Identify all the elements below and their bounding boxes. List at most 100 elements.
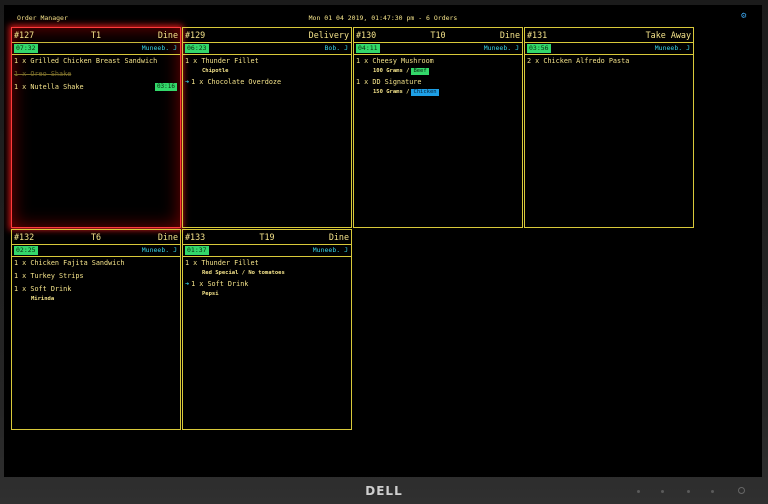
- list-item[interactable]: ➜ 1 x Soft Drink Pepsi: [185, 280, 349, 298]
- order-item[interactable]: 1 x Nutella Shake 03:16: [14, 83, 178, 92]
- order-item[interactable]: 1 x Cheesy Mushroom: [356, 57, 520, 66]
- list-item[interactable]: 1 x Turkey Strips: [14, 272, 178, 281]
- list-item[interactable]: ➜ 1 x Chocolate Overdoze: [185, 78, 349, 87]
- list-item[interactable]: 1 x Chicken Fajita Sandwich: [14, 259, 178, 268]
- order-item[interactable]: ➜ 1 x Soft Drink: [185, 280, 349, 289]
- order-item[interactable]: 1 x Turkey Strips: [14, 272, 178, 281]
- order-item-list: 1 x Cheesy Mushroom 100 Grams / Beef 1 x DD…: [354, 55, 522, 96]
- elapsed-timer: 01:37: [185, 246, 209, 255]
- list-item[interactable]: 1 x Soft Drink Mirinda: [14, 285, 178, 303]
- monitor-button[interactable]: [637, 490, 640, 493]
- order-card-subheader: 02:25 Muneeb. J: [12, 245, 180, 257]
- item-text: 1 x Grilled Chicken Breast Sandwich: [14, 57, 158, 65]
- elapsed-timer: 03:56: [527, 44, 551, 53]
- list-item[interactable]: 1 x Nutella Shake 03:16: [14, 83, 178, 92]
- order-item[interactable]: 1 x Thunder Fillet: [185, 259, 349, 268]
- order-card-header: #129 Delivery: [183, 28, 351, 43]
- order-item[interactable]: 1 x Chicken Fajita Sandwich: [14, 259, 178, 268]
- modifier-text: 100 Grams /: [373, 68, 410, 74]
- list-item[interactable]: 1 x Oreo Shake: [14, 70, 178, 79]
- list-item[interactable]: 1 x DD Signature 150 Grams / Chicken: [356, 78, 520, 96]
- order-number: #129: [185, 30, 206, 40]
- elapsed-timer: 02:25: [14, 246, 38, 255]
- monitor-button[interactable]: [687, 490, 690, 493]
- order-card-header: #133 T19 Dine: [183, 230, 351, 245]
- order-card[interactable]: #133 T19 Dine 01:37 Muneeb. J1 x Thunder Fil…: [182, 229, 352, 430]
- order-item[interactable]: ➜ 1 x Chocolate Overdoze: [185, 78, 349, 87]
- order-item-list: 1 x Chicken Fajita Sandwich 1 x Turkey St…: [12, 257, 180, 303]
- elapsed-timer: 04:11: [356, 44, 380, 53]
- modifier-tag: Beef: [411, 68, 429, 75]
- item-text: 1 x Chocolate Overdoze: [191, 78, 282, 86]
- monitor-button[interactable]: [711, 490, 714, 493]
- table-name: T19: [259, 232, 275, 242]
- server-name: Muneeb. J: [483, 44, 519, 52]
- modifier-tag: Chicken: [411, 89, 439, 96]
- order-type: Dine: [328, 232, 349, 242]
- arrow-right-icon: ➜: [185, 280, 190, 288]
- item-modifier: Mirinda: [31, 296, 55, 302]
- item-text: 1 x Soft Drink: [14, 285, 72, 293]
- item-text: 1 x Thunder Fillet: [185, 57, 259, 65]
- dell-logo: DELL: [365, 484, 403, 498]
- gear-icon[interactable]: ⚙: [741, 12, 746, 21]
- order-type: Dine: [157, 30, 178, 40]
- order-item[interactable]: 1 x Grilled Chicken Breast Sandwich: [14, 57, 178, 66]
- item-text: 1 x Turkey Strips: [14, 272, 84, 280]
- item-modifier: Chipotle: [202, 68, 229, 74]
- order-item-list: 1 x Thunder Fillet Chipotle ➜ 1 x Chocolate…: [183, 55, 351, 87]
- order-card[interactable]: #132 T6 Dine 02:25 Muneeb. J1 x Chicken Faji…: [11, 229, 181, 430]
- list-item[interactable]: 1 x Thunder Fillet Red Special / No tomat…: [185, 259, 349, 277]
- elapsed-timer: 07:32: [14, 44, 38, 53]
- order-card-header: #127 T1 Dine: [12, 28, 180, 43]
- order-card[interactable]: #130 T10 Dine 04:11 Muneeb. J 1 x Cheesy Mush…: [353, 27, 523, 228]
- table-name: T6: [90, 232, 102, 242]
- item-text: 1 x Nutella Shake: [14, 83, 84, 91]
- order-item-list: 1 x Grilled Chicken Breast Sandwich 1 x O…: [12, 55, 180, 92]
- item-timer: 03:16: [154, 83, 177, 91]
- item-modifier: Pepsi: [202, 291, 219, 297]
- order-card-header: #130 T10 Dine: [354, 28, 522, 43]
- order-item[interactable]: 1 x Soft Drink: [14, 285, 178, 294]
- list-item[interactable]: 1 x Cheesy Mushroom 100 Grams / Beef: [356, 57, 520, 75]
- item-modifier: 150 Grams / Chicken: [356, 88, 520, 96]
- top-bar: Order Manager Mon 01 04 2019, 01:47:30 p…: [4, 5, 762, 23]
- modifier-text: Red Special / No tomatoes: [202, 270, 285, 276]
- order-item[interactable]: 2 x Chicken Alfredo Pasta: [527, 57, 691, 66]
- table-name: T1: [90, 30, 102, 40]
- item-text: 1 x DD Signature: [356, 78, 422, 86]
- modifier-text: 150 Grams /: [373, 89, 410, 95]
- order-card[interactable]: #127 T1 Dine 07:32 Muneeb. J1 x Grilled Chic…: [11, 27, 181, 228]
- order-card-subheader: 01:37 Muneeb. J: [183, 245, 351, 257]
- kitchen-display-screen: Order Manager Mon 01 04 2019, 01:47:30 p…: [4, 5, 762, 477]
- item-text: 1 x Thunder Fillet: [185, 259, 259, 267]
- list-item[interactable]: 1 x Grilled Chicken Breast Sandwich: [14, 57, 178, 66]
- item-text: 1 x Soft Drink: [191, 280, 249, 288]
- order-type: Dine: [499, 30, 520, 40]
- server-name: Bob. J: [324, 44, 348, 52]
- server-name: Muneeb. J: [141, 44, 177, 52]
- list-item[interactable]: 1 x Thunder Fillet Chipotle: [185, 57, 349, 75]
- arrow-right-icon: ➜: [185, 78, 190, 86]
- order-type: Dine: [157, 232, 178, 242]
- item-text: 1 x Chicken Fajita Sandwich: [14, 259, 125, 267]
- item-modifier: 100 Grams / Beef: [356, 67, 520, 75]
- order-type: Delivery: [308, 30, 349, 40]
- power-button[interactable]: [738, 487, 745, 494]
- order-card-header: #131 Take Away: [525, 28, 693, 43]
- list-item[interactable]: 2 x Chicken Alfredo Pasta: [527, 57, 691, 66]
- order-item[interactable]: 1 x DD Signature: [356, 78, 520, 87]
- datetime-order-count: Mon 01 04 2019, 01:47:30 pm - 6 Orders: [308, 14, 458, 22]
- order-item[interactable]: 1 x Thunder Fillet: [185, 57, 349, 66]
- order-card[interactable]: #131 Take Away 03:56 Muneeb. J 2 x Chicken A…: [524, 27, 694, 228]
- monitor-button[interactable]: [661, 490, 664, 493]
- order-card-header: #132 T6 Dine: [12, 230, 180, 245]
- elapsed-timer: 06:23: [185, 44, 209, 53]
- order-card-subheader: 06:23 Bob. J: [183, 43, 351, 55]
- order-item[interactable]: 1 x Oreo Shake: [14, 70, 178, 79]
- order-number: #131: [527, 30, 548, 40]
- server-name: Muneeb. J: [654, 44, 690, 52]
- item-modifier: Red Special / No tomatoes: [185, 269, 349, 277]
- order-card-subheader: 07:32 Muneeb. J: [12, 43, 180, 55]
- order-card[interactable]: #129 Delivery 06:23 Bob. J 1 x Thunder Fille…: [182, 27, 352, 228]
